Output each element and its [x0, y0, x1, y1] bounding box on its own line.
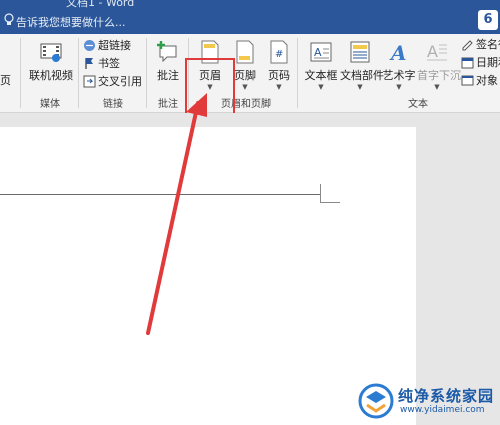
watermark: 纯净系统家园 www.yidaimei.com	[356, 381, 496, 421]
annotation-arrow	[146, 93, 207, 335]
watermark-url: www.yidaimei.com	[400, 405, 485, 415]
watermark-logo-icon	[358, 383, 394, 419]
watermark-name: 纯净系统家园	[398, 387, 495, 405]
